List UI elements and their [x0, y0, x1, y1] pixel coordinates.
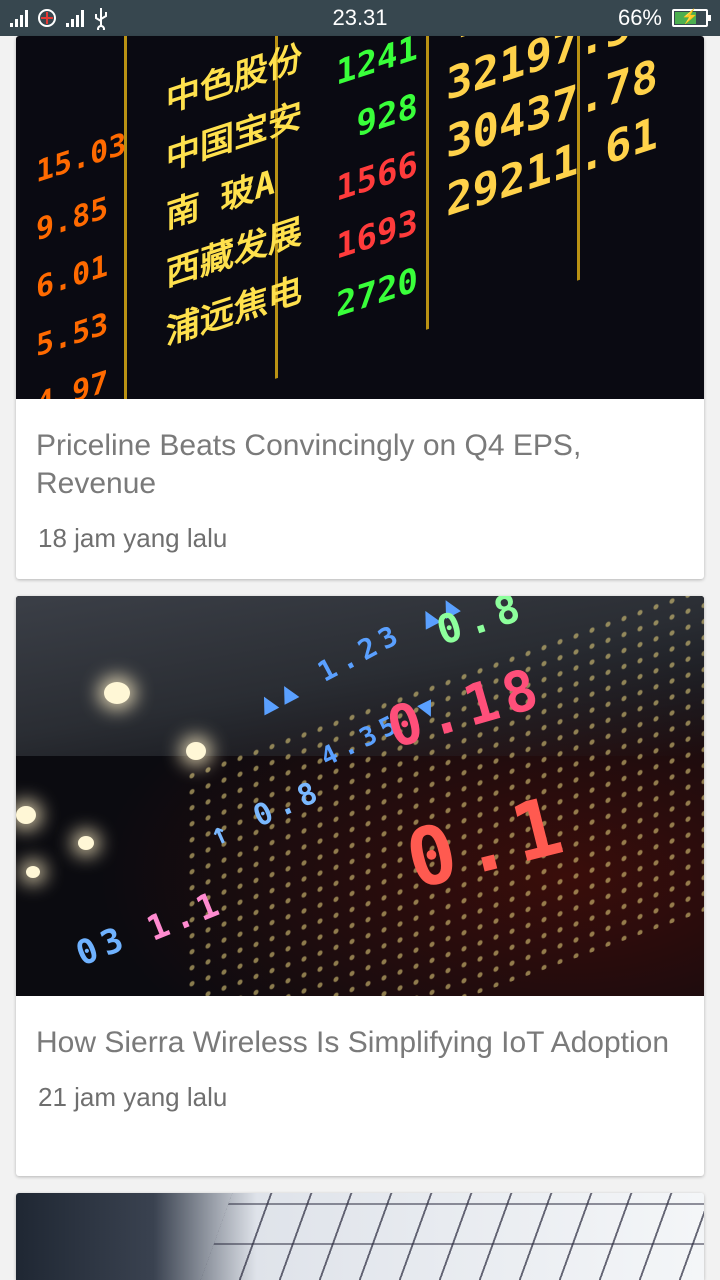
article-image-led-board[interactable]: ▲▲ 1.23 ▲▲ 4.35 ▼ ↑ 0.8 0.8 0.18 0.1 1.1… [16, 596, 704, 996]
article-card[interactable] [16, 1193, 704, 1280]
status-time: 23.31 [332, 5, 388, 30]
status-bar: 23.31 66% ⚡ [0, 0, 720, 36]
article-time: 21 jam yang lalu [38, 1082, 228, 1112]
article-card[interactable]: 15.03 9.85 6.01 5.53 4.97 中色股份 中国宝安 南 玻A… [16, 36, 704, 579]
status-icons-right: 66% ⚡ [617, 0, 711, 36]
battery-icon: ⚡ [672, 8, 711, 27]
article-image-stock-board[interactable]: 15.03 9.85 6.01 5.53 4.97 中色股份 中国宝安 南 玻A… [16, 36, 704, 399]
article-card[interactable]: ▲▲ 1.23 ▲▲ 4.35 ▼ ↑ 0.8 0.8 0.18 0.1 1.1… [16, 596, 704, 1176]
article-title[interactable]: How Sierra Wireless Is Simplifying IoT A… [36, 1024, 684, 1062]
battery-percent: 66% [617, 5, 662, 30]
article-image-chart-paper[interactable] [16, 1193, 704, 1280]
article-title[interactable]: Priceline Beats Convincingly on Q4 EPS, … [36, 427, 684, 503]
article-time: 18 jam yang lalu [38, 523, 228, 553]
